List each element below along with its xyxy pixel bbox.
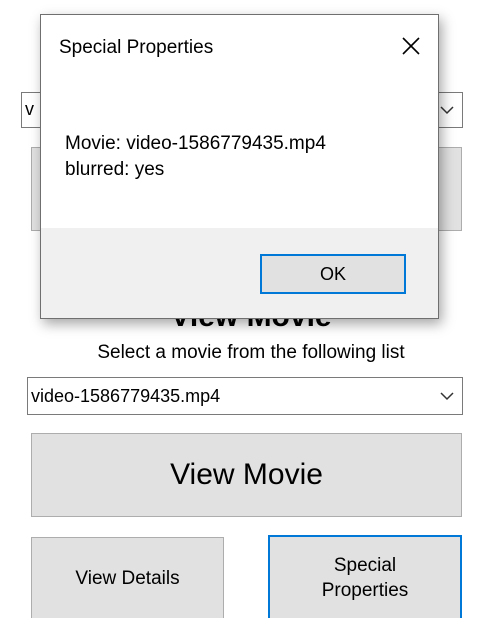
special-properties-button[interactable]: Special Properties — [268, 535, 462, 618]
close-icon — [402, 37, 420, 55]
dialog-message: Movie: video-1586779435.mp4 blurred: yes — [65, 131, 326, 183]
ok-label: OK — [319, 263, 346, 284]
dialog-title: Special Properties — [59, 37, 214, 58]
special-properties-label: Special Properties — [321, 555, 409, 601]
view-details-button[interactable]: View Details — [31, 537, 224, 618]
dialog-message-movie: Movie: video-1586779435.mp4 — [65, 133, 326, 154]
movie-select[interactable]: video-1586779435.mp4 — [27, 377, 463, 415]
dialog-footer: OK — [41, 228, 438, 318]
chevron-down-icon — [440, 93, 454, 127]
special-properties-dialog: Special Properties Movie: video-15867794… — [40, 14, 439, 319]
chevron-down-icon — [440, 378, 454, 414]
movie-list-instruction: Select a movie from the following list — [97, 342, 405, 363]
movie-select-value: video-1586779435.mp4 — [31, 386, 221, 406]
view-movie-button[interactable]: View Movie — [31, 433, 462, 517]
top-combo-value: v — [25, 99, 34, 119]
close-button[interactable] — [394, 29, 428, 63]
app-window: v View Movie Select a movie from the fol… — [0, 0, 502, 618]
view-movie-label: View Movie — [170, 458, 323, 491]
ok-button[interactable]: OK — [260, 254, 406, 294]
view-details-label: View Details — [75, 568, 180, 589]
dialog-message-blurred: blurred: yes — [65, 159, 165, 180]
